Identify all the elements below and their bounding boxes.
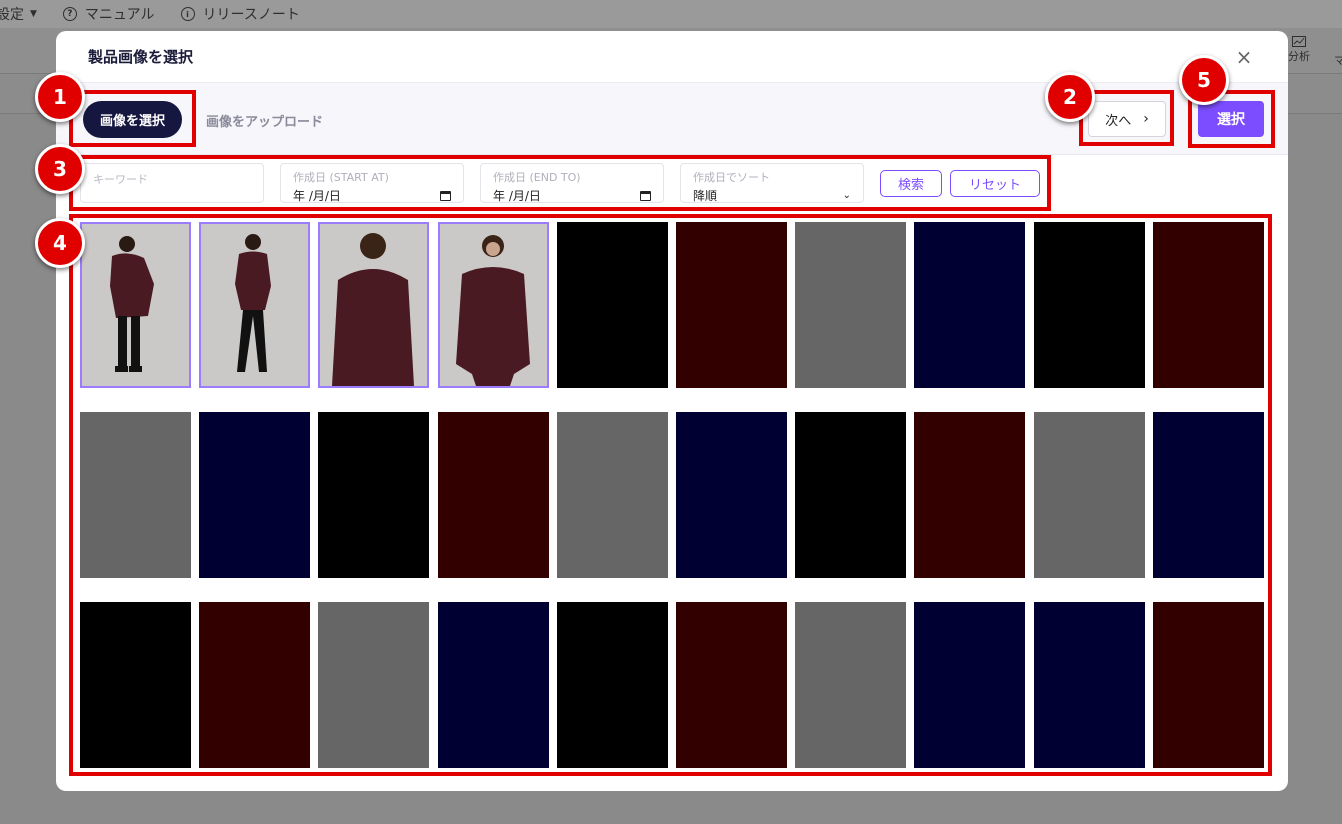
release-notes-label: リリースノート [202, 7, 300, 23]
annotation-badge-2: 2 [1045, 72, 1095, 122]
analysis-nav[interactable]: 分析 [1284, 36, 1314, 63]
settings-label: 設定 [0, 7, 24, 23]
annotation-badge-5: 5 [1179, 55, 1229, 105]
info-icon: i [180, 7, 195, 21]
annotation-badge-1: 1 [35, 72, 85, 122]
release-notes-link[interactable]: i リリースノート [180, 4, 300, 24]
background-topbar: 設定 ▼ ? マニュアル i リリースノート [0, 0, 1342, 28]
annotation-box-3 [69, 155, 1051, 211]
annotation-badge-4: 4 [35, 218, 85, 268]
manual-link[interactable]: ? マニュアル [62, 4, 155, 24]
manual-label: マニュアル [84, 7, 155, 23]
close-icon[interactable]: × [1234, 47, 1254, 67]
analysis-label: 分析 [1288, 50, 1310, 64]
modal-header: 製品画像を選択 × [56, 31, 1288, 83]
annotation-badge-3: 3 [35, 144, 85, 194]
caret-down-icon: ▼ [30, 9, 37, 19]
chart-icon [1292, 36, 1306, 47]
annotation-box-4 [69, 214, 1272, 776]
ma-nav-label[interactable]: マ [1334, 52, 1342, 68]
help-icon: ? [62, 7, 77, 21]
modal-title: 製品画像を選択 [88, 48, 194, 66]
settings-menu[interactable]: 設定 ▼ [0, 4, 37, 24]
tab-upload-images[interactable]: 画像をアップロード [206, 111, 323, 130]
annotation-box-1 [69, 90, 196, 147]
